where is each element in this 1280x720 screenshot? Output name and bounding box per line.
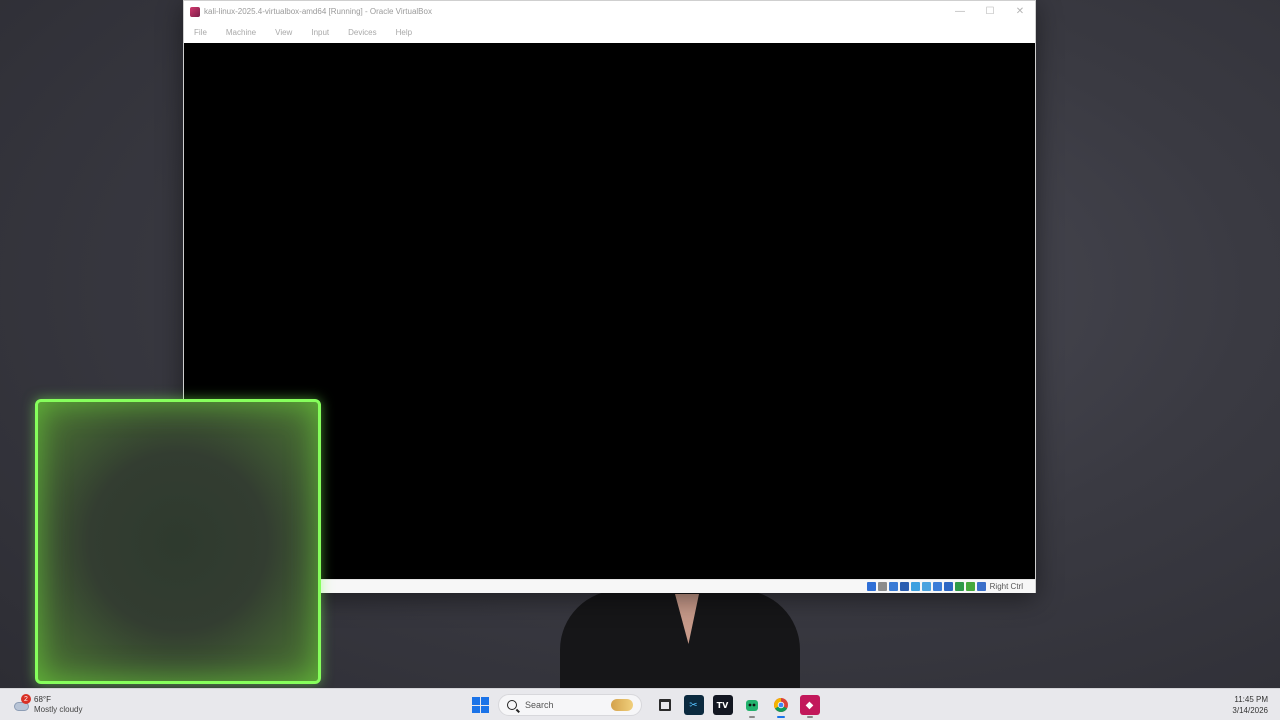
webcam-overlay bbox=[35, 399, 321, 684]
start-button[interactable] bbox=[470, 695, 490, 715]
virtualbox-app-icon bbox=[190, 6, 200, 17]
chrome-icon bbox=[773, 698, 788, 712]
cpu-icon[interactable] bbox=[954, 582, 964, 591]
taskbar-search[interactable]: Search bbox=[498, 694, 642, 716]
window-title: kali-linux-2025.4-virtualbox-amd64 [Runn… bbox=[204, 7, 432, 16]
wallpaper-figure bbox=[560, 590, 800, 690]
hard-disk-icon[interactable] bbox=[866, 582, 876, 591]
system-clock[interactable]: 11:45 PM 3/14/2026 bbox=[1232, 694, 1268, 716]
menu-input[interactable]: Input bbox=[311, 28, 329, 37]
capcut-icon: ✂ bbox=[689, 699, 698, 711]
task-view-button[interactable] bbox=[655, 695, 675, 715]
menu-bar: File Machine View Input Devices Help bbox=[184, 22, 1035, 43]
menu-file[interactable]: File bbox=[194, 28, 207, 37]
shared-folders-icon[interactable] bbox=[921, 582, 931, 591]
app-indicator bbox=[806, 716, 813, 718]
search-placeholder: Search bbox=[525, 700, 554, 710]
menu-view[interactable]: View bbox=[275, 28, 292, 37]
menu-devices[interactable]: Devices bbox=[348, 28, 376, 37]
weather-condition: Mostly cloudy bbox=[34, 705, 83, 714]
virtualbox-button[interactable]: ◆ bbox=[799, 695, 820, 718]
optical-drive-icon[interactable] bbox=[877, 582, 887, 591]
clock-date: 3/14/2026 bbox=[1232, 706, 1268, 715]
recording-icon[interactable] bbox=[943, 582, 953, 591]
virtualbox-icon: ◆ bbox=[805, 699, 814, 711]
search-highlight-icon bbox=[611, 699, 633, 711]
tradingview-button[interactable]: TV bbox=[712, 695, 733, 715]
weather-temperature: 68°F bbox=[34, 695, 51, 704]
search-icon bbox=[507, 700, 517, 710]
maximize-button[interactable]: ☐ bbox=[975, 1, 1005, 22]
capcut-button[interactable]: ✂ bbox=[683, 695, 704, 715]
app-indicator bbox=[748, 716, 755, 718]
chrome-button[interactable] bbox=[771, 695, 791, 718]
window-controls: — ☐ ✕ bbox=[945, 1, 1035, 22]
taskbar: 2 68°F Mostly cloudy Search ✂ TV ◆ 11:45… bbox=[0, 688, 1280, 720]
host-key-label[interactable]: Right Ctrl bbox=[990, 582, 1023, 591]
network-icon[interactable] bbox=[899, 582, 909, 591]
weather-widget[interactable]: 2 68°F Mostly cloudy bbox=[12, 692, 82, 718]
status-icons bbox=[866, 582, 986, 591]
file-explorer-icon bbox=[658, 699, 671, 711]
audio-icon[interactable] bbox=[888, 582, 898, 591]
mouse-integration-icon[interactable] bbox=[965, 582, 975, 591]
tradingview-icon: TV bbox=[716, 700, 729, 710]
android-app-icon bbox=[745, 700, 758, 711]
menu-help[interactable]: Help bbox=[396, 28, 412, 37]
notification-badge: 2 bbox=[21, 694, 31, 704]
window-titlebar[interactable]: kali-linux-2025.4-virtualbox-amd64 [Runn… bbox=[184, 1, 1035, 22]
android-app-button[interactable] bbox=[742, 695, 762, 718]
wallpaper-figure-neck bbox=[675, 594, 699, 644]
display-icon[interactable] bbox=[932, 582, 942, 591]
cloud-icon: 2 bbox=[12, 694, 31, 712]
menu-machine[interactable]: Machine bbox=[226, 28, 256, 37]
minimize-button[interactable]: — bbox=[945, 1, 975, 22]
windows-logo-icon bbox=[472, 697, 480, 705]
taskbar-center: Search ✂ TV ◆ bbox=[467, 693, 824, 718]
close-button[interactable]: ✕ bbox=[1005, 1, 1035, 22]
usb-icon[interactable] bbox=[910, 582, 920, 591]
keyboard-icon[interactable] bbox=[976, 582, 986, 591]
clock-time: 11:45 PM bbox=[1234, 695, 1268, 704]
app-indicator bbox=[776, 716, 785, 718]
